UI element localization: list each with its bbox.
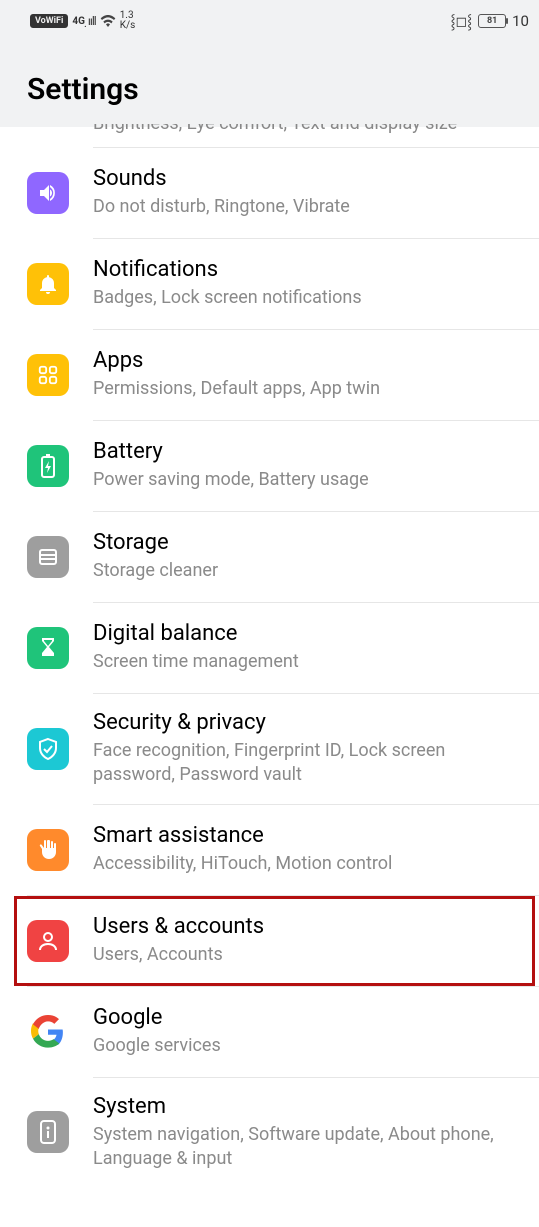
row-title: Storage	[93, 530, 512, 555]
signal-icon: ̣ııll	[89, 14, 96, 28]
row-title: System	[93, 1094, 512, 1119]
row-title: Users & accounts	[93, 914, 512, 939]
row-title: Security & privacy	[93, 710, 512, 735]
row-subtitle: System navigation, Software update, Abou…	[93, 1123, 512, 1172]
status-left: VoWiFi 4G ̣ııll 1.3 K/s	[30, 11, 135, 31]
network-4g: 4G	[72, 16, 85, 27]
bell-icon	[27, 263, 69, 305]
vowifi-badge: VoWiFi	[30, 14, 68, 28]
row-title: Apps	[93, 348, 512, 373]
row-subtitle: Power saving mode, Battery usage	[93, 468, 512, 492]
row-title: Smart assistance	[93, 823, 512, 848]
sound-icon	[27, 172, 69, 214]
row-subtitle: Google services	[93, 1034, 512, 1058]
battery-percent: 81	[487, 16, 497, 26]
row-subtitle: Do not disturb, Ringtone, Vibrate	[93, 195, 512, 219]
settings-row-security[interactable]: Security & privacy Face recognition, Fin…	[0, 694, 539, 804]
row-title: Digital balance	[93, 621, 512, 646]
settings-row-users-accounts[interactable]: Users & accounts Users, Accounts	[14, 896, 535, 986]
row-subtitle: Badges, Lock screen notifications	[93, 286, 512, 310]
hand-icon	[27, 829, 69, 871]
page-header: Settings	[0, 42, 539, 127]
status-bar: VoWiFi 4G ̣ııll 1.3 K/s ⸾◻⸾ 81 10	[0, 0, 539, 42]
wifi-icon	[100, 15, 116, 27]
row-subtitle: Storage cleaner	[93, 559, 512, 583]
row-subtitle: Screen time management	[93, 650, 512, 674]
info-icon	[27, 1111, 69, 1153]
apps-icon	[27, 354, 69, 396]
row-title: Notifications	[93, 257, 512, 282]
settings-row-system[interactable]: System System navigation, Software updat…	[0, 1078, 539, 1188]
shield-icon	[27, 728, 69, 770]
status-right: ⸾◻⸾ 81 10	[450, 12, 529, 31]
settings-row-notifications[interactable]: Notifications Badges, Lock screen notifi…	[0, 239, 539, 329]
settings-row-smart-assistance[interactable]: Smart assistance Accessibility, HiTouch,…	[0, 805, 539, 895]
row-subtitle: Users, Accounts	[93, 943, 512, 967]
row-subtitle: Accessibility, HiTouch, Motion control	[93, 852, 512, 876]
battery-icon: 81	[478, 14, 506, 28]
person-icon	[27, 920, 69, 962]
row-title: Sounds	[93, 166, 512, 191]
hourglass-icon	[27, 627, 69, 669]
row-title: Battery	[93, 439, 512, 464]
row-subtitle: Permissions, Default apps, App twin	[93, 377, 512, 401]
row-subtitle: Face recognition, Fingerprint ID, Lock s…	[93, 739, 512, 788]
storage-icon	[27, 536, 69, 578]
page-title: Settings	[27, 72, 512, 107]
settings-row-digital-balance[interactable]: Digital balance Screen time management	[0, 603, 539, 693]
google-icon	[27, 1011, 69, 1053]
settings-row-storage[interactable]: Storage Storage cleaner	[0, 512, 539, 602]
row-title: Google	[93, 1005, 512, 1030]
vibrate-icon: ⸾◻⸾	[450, 12, 472, 31]
settings-row-google[interactable]: Google Google services	[0, 987, 539, 1077]
net-speed: 1.3 K/s	[120, 11, 136, 31]
settings-row-apps[interactable]: Apps Permissions, Default apps, App twin	[0, 330, 539, 420]
cutoff-previous-row: Brightness, Eye comfort, Text and displa…	[0, 124, 539, 144]
clock: 10	[512, 12, 529, 30]
settings-list: Brightness, Eye comfort, Text and displa…	[0, 127, 539, 1187]
settings-row-battery[interactable]: Battery Power saving mode, Battery usage	[0, 421, 539, 511]
settings-row-sounds[interactable]: Sounds Do not disturb, Ringtone, Vibrate	[0, 148, 539, 238]
net-speed-unit: K/s	[120, 20, 136, 31]
battery-icon	[27, 445, 69, 487]
